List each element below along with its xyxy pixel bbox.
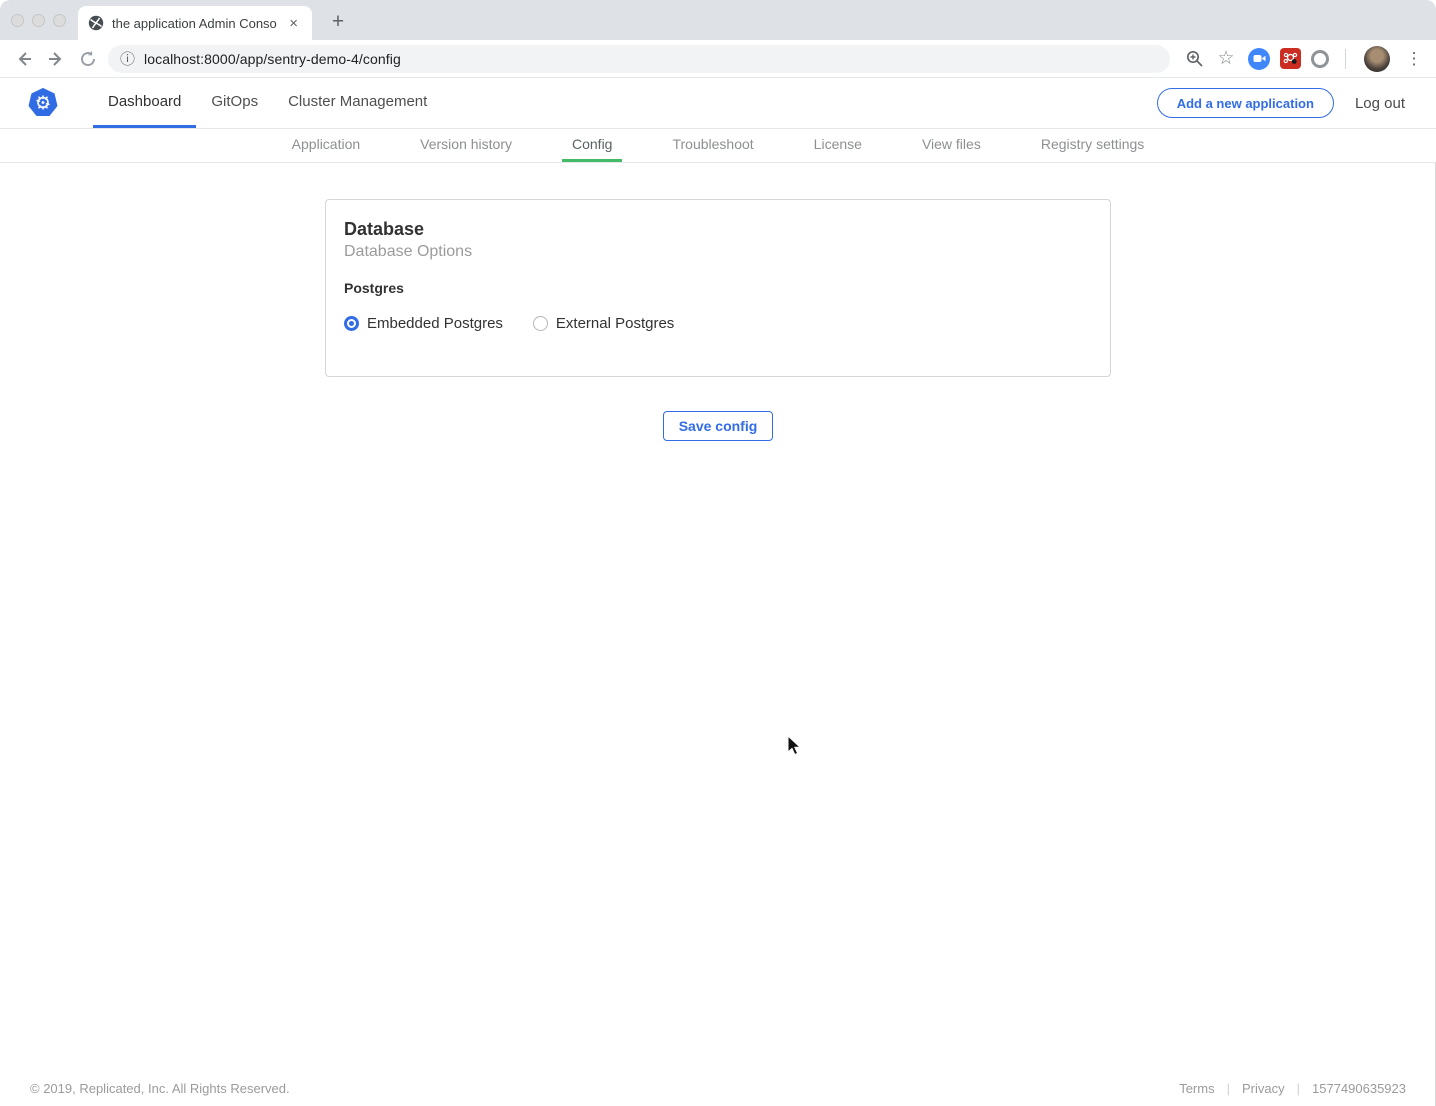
build-id-text: 1577490635923: [1312, 1081, 1406, 1096]
page-info-icon[interactable]: ⓘ: [120, 48, 135, 69]
reload-icon[interactable]: [72, 43, 104, 75]
bookmark-star-icon[interactable]: ☆: [1210, 43, 1242, 75]
radio-unselected-icon[interactable]: [533, 316, 548, 331]
gray-ring-extension-icon[interactable]: [1311, 50, 1329, 68]
zoom-page-icon[interactable]: [1178, 43, 1210, 75]
app-header: Dashboard GitOps Cluster Management Add …: [0, 78, 1436, 129]
logout-link[interactable]: Log out: [1355, 95, 1405, 112]
group-title: Database: [344, 219, 1092, 241]
extensions-area: ⋮: [1248, 46, 1428, 72]
radio-embedded-postgres[interactable]: Embedded Postgres: [344, 315, 503, 332]
tab-close-icon[interactable]: ×: [285, 14, 302, 33]
omnibox-actions: ☆: [1178, 43, 1242, 75]
browser-tab[interactable]: the application Admin Console ×: [78, 6, 312, 40]
subnav-item-registry-settings[interactable]: Registry settings: [1031, 129, 1154, 162]
toolbar-divider: [1345, 49, 1346, 69]
back-icon[interactable]: [8, 43, 40, 75]
page-footer: © 2019, Replicated, Inc. All Rights Rese…: [30, 1081, 1406, 1096]
close-window-button[interactable]: [11, 14, 24, 27]
window-controls: [11, 14, 66, 27]
terms-link[interactable]: Terms: [1179, 1081, 1214, 1096]
radio-selected-icon[interactable]: [344, 316, 359, 331]
browser-window: the application Admin Console × + ⓘ loca…: [0, 0, 1436, 1106]
subnav-item-view-files[interactable]: View files: [912, 129, 991, 162]
radio-external-postgres[interactable]: External Postgres: [533, 315, 674, 332]
save-bar: Save config: [0, 411, 1436, 441]
url-text[interactable]: localhost:8000/app/sentry-demo-4/config: [144, 51, 401, 67]
config-page: Database Database Options Postgres Embed…: [0, 199, 1436, 1106]
save-config-button[interactable]: Save config: [663, 411, 774, 441]
new-tab-button[interactable]: +: [324, 8, 352, 36]
subnav-item-troubleshoot[interactable]: Troubleshoot: [662, 129, 763, 162]
radio-label: Embedded Postgres: [367, 315, 503, 332]
postgres-radio-group: Embedded Postgres External Postgres: [344, 315, 1092, 332]
red-extension-icon[interactable]: [1280, 48, 1301, 69]
forward-icon[interactable]: [40, 43, 72, 75]
subnav-item-config[interactable]: Config: [562, 129, 622, 162]
tab-favicon-globe-icon: [88, 15, 104, 31]
group-subtitle: Database Options: [344, 243, 1092, 261]
app-subnav: Application Version history Config Troub…: [0, 129, 1436, 163]
primary-nav: Dashboard GitOps Cluster Management: [93, 78, 442, 128]
field-label-postgres: Postgres: [344, 280, 1092, 296]
privacy-link[interactable]: Privacy: [1242, 1081, 1285, 1096]
add-new-application-button[interactable]: Add a new application: [1157, 88, 1334, 118]
footer-links: Terms | Privacy | 1577490635923: [1179, 1081, 1406, 1096]
minimize-window-button[interactable]: [32, 14, 45, 27]
subnav-item-application[interactable]: Application: [282, 129, 371, 162]
subnav-item-license[interactable]: License: [804, 129, 872, 162]
browser-menu-icon[interactable]: ⋮: [1400, 49, 1428, 69]
tab-strip: the application Admin Console × +: [0, 0, 1436, 40]
footer-separator: |: [1227, 1081, 1230, 1096]
address-bar[interactable]: ⓘ localhost:8000/app/sentry-demo-4/confi…: [108, 45, 1170, 73]
header-actions: Add a new application Log out: [1157, 78, 1436, 128]
kubernetes-logo-icon: [28, 88, 58, 118]
nav-item-cluster-management[interactable]: Cluster Management: [273, 78, 442, 128]
subnav-item-version-history[interactable]: Version history: [410, 129, 522, 162]
footer-separator: |: [1297, 1081, 1300, 1096]
zoom-window-button[interactable]: [53, 14, 66, 27]
browser-toolbar: ⓘ localhost:8000/app/sentry-demo-4/confi…: [0, 40, 1436, 78]
config-group-database: Database Database Options Postgres Embed…: [325, 199, 1111, 377]
nav-item-dashboard[interactable]: Dashboard: [93, 78, 196, 128]
profile-avatar[interactable]: [1364, 46, 1390, 72]
nav-item-gitops[interactable]: GitOps: [196, 78, 273, 128]
copyright-text: © 2019, Replicated, Inc. All Rights Rese…: [30, 1081, 290, 1096]
zoom-extension-icon[interactable]: [1248, 48, 1270, 70]
tab-title: the application Admin Console: [112, 16, 277, 31]
radio-label: External Postgres: [556, 315, 674, 332]
